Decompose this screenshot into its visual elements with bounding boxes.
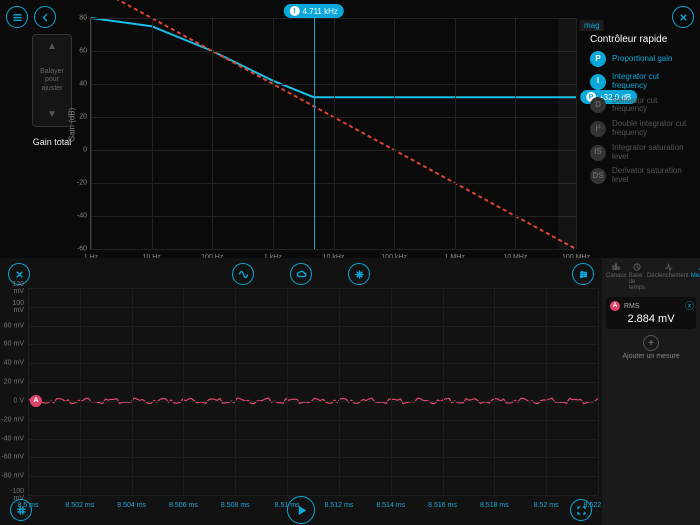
close-button[interactable]	[672, 6, 694, 28]
ctrl-item-ds[interactable]: DSDerivator saturation level	[590, 167, 690, 185]
measure-sidebar: CanauxBase de tempsDéclenchementMeasure …	[602, 258, 700, 525]
stepper-down-icon[interactable]: ▼	[47, 103, 57, 126]
plus-icon: +	[643, 335, 659, 351]
bode-plot[interactable]: Gain (dB) Fréquence mag 806040200-20-40-…	[90, 18, 576, 250]
settings-sliders-icon[interactable]	[572, 263, 594, 285]
spark-icon[interactable]	[348, 263, 370, 285]
sidebar-tab-3[interactable]: Measure	[691, 262, 700, 291]
menu-button[interactable]	[6, 6, 28, 28]
channel-badge: A	[610, 301, 620, 311]
ctrl-item-d[interactable]: DDerivator cut frequency	[590, 97, 690, 115]
ctrl-item-p[interactable]: PProportional gain	[590, 51, 690, 67]
controller-panel: Contrôleur rapide PProportional gain IInt…	[590, 34, 690, 191]
scope-plot[interactable]: 120 mV100 mV80 mV60 mV40 mV20 mV0 V-20 m…	[28, 288, 598, 495]
grid-icon[interactable]	[10, 499, 32, 521]
back-button[interactable]	[34, 6, 56, 28]
bode-panel: ▲ Balayer pour ajuster ▼ Gain total Gain…	[4, 4, 696, 254]
scope-channel-badge[interactable]: A	[30, 395, 42, 407]
ctrl-item-i²[interactable]: I²Double integrator cut frequency	[590, 120, 690, 138]
sidebar-tab-2[interactable]: Déclenchement	[647, 262, 689, 291]
marker-integrator[interactable]: I4.711 kHz	[283, 4, 343, 18]
waveform-icon[interactable]	[232, 263, 254, 285]
add-measurement-button[interactable]: + Ajouter un mesure	[606, 335, 696, 360]
gain-stepper[interactable]: ▲ Balayer pour ajuster ▼	[32, 34, 72, 127]
stepper-up-icon[interactable]: ▲	[47, 35, 57, 58]
stepper-hint: Balayer pour ajuster	[33, 58, 71, 103]
sidebar-tabs[interactable]: CanauxBase de tempsDéclenchementMeasure	[606, 262, 696, 291]
play-button[interactable]	[287, 496, 315, 524]
scope-panel: 120 mV100 mV80 mV60 mV40 mV20 mV0 V-20 m…	[0, 258, 700, 525]
ctrl-item-is[interactable]: ISIntegrator saturation level	[590, 144, 690, 162]
measurement-value: 2.884 mV	[610, 313, 692, 325]
controller-title: Contrôleur rapide	[590, 34, 690, 45]
fullscreen-icon[interactable]	[570, 499, 592, 521]
sidebar-tab-1[interactable]: Base de temps	[629, 262, 645, 291]
sidebar-tab-0[interactable]: Canaux	[606, 262, 627, 291]
bode-ylabel: Gain (dB)	[68, 107, 77, 141]
measurement-name: RMS	[624, 303, 640, 310]
mag-tag: mag	[580, 20, 604, 31]
measurement-card[interactable]: ⓧ A RMS 2.884 mV	[606, 297, 696, 329]
add-measurement-label: Ajouter un mesure	[622, 353, 679, 360]
cloud-icon[interactable]	[290, 263, 312, 285]
measurement-close-icon[interactable]: ⓧ	[685, 299, 694, 312]
ctrl-item-i[interactable]: IIntegrator cut frequency	[590, 73, 690, 91]
gain-total-label: Gain total	[32, 137, 72, 147]
